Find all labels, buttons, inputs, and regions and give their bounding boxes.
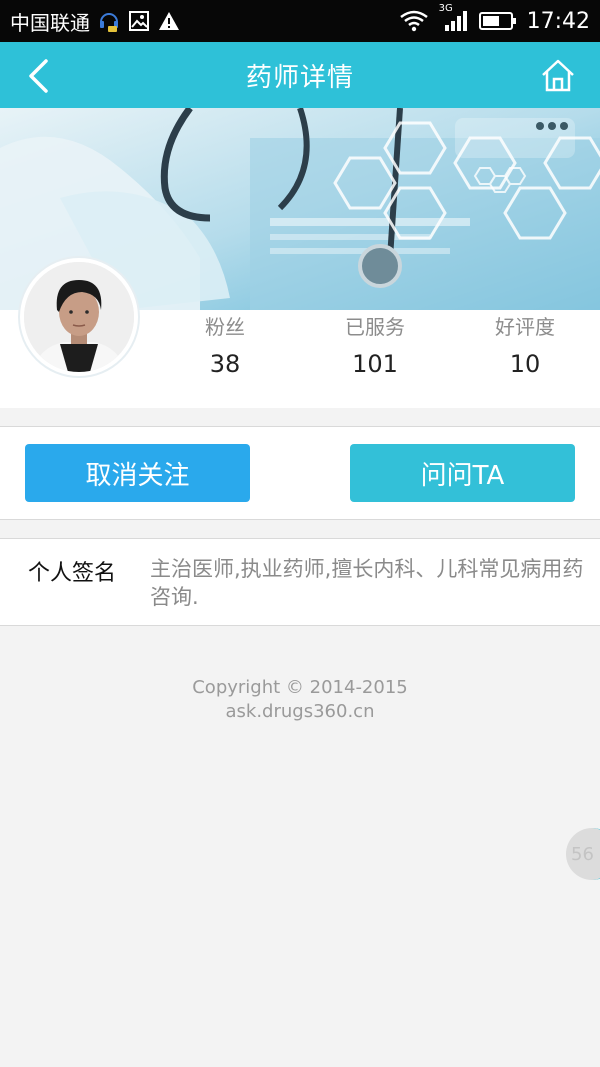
stat-label: 粉丝 <box>205 315 245 339</box>
battery-icon <box>478 11 517 31</box>
wifi-icon <box>399 10 429 32</box>
image-notification-icon <box>128 10 150 32</box>
stat-label: 好评度 <box>495 315 555 339</box>
home-icon <box>542 59 574 92</box>
stat-served: 已服务 101 <box>305 312 445 380</box>
signature-panel: 个人签名 主治医师,执业药师,擅长内科、儿科常见病用药咨询. <box>0 538 600 626</box>
status-bar: 中国联通 3G 17:42 <box>0 0 600 42</box>
page-title: 药师详情 <box>245 62 354 93</box>
home-button[interactable] <box>536 54 580 96</box>
stat-fans: 粉丝 38 <box>155 312 295 380</box>
stat-rating: 好评度 10 <box>455 312 595 380</box>
stat-value: 10 <box>509 350 541 378</box>
signature-text: 主治医师,执业药师,擅长内科、儿科常见病用药咨询. <box>150 557 584 609</box>
chevron-left-icon <box>29 59 48 93</box>
carrier-label: 中国联通 <box>10 10 90 35</box>
floating-assistant-button[interactable]: 56 <box>566 828 600 880</box>
copyright-text: Copyright © 2014-2015 <box>192 677 408 698</box>
back-button[interactable] <box>18 56 58 96</box>
headset-notification-icon <box>98 9 120 33</box>
signature-label: 个人签名 <box>28 561 117 586</box>
cellular-signal-icon: 3G <box>439 3 469 33</box>
stat-value: 101 <box>352 350 398 378</box>
floating-badge-count: 56 <box>571 843 594 865</box>
warning-icon <box>158 11 180 31</box>
pharmacist-photo <box>24 262 134 372</box>
action-buttons-panel: 取消关注 问问TA <box>0 426 600 520</box>
network-type-label: 3G <box>438 3 453 14</box>
footer: Copyright © 2014-2015 ask.drugs360.cn <box>0 676 600 724</box>
clock-time: 17:42 <box>526 8 590 34</box>
ask-pharmacist-button[interactable]: 问问TA <box>350 444 575 502</box>
header-bar: 药师详情 <box>0 42 600 108</box>
avatar <box>20 258 138 376</box>
stat-label: 已服务 <box>345 315 405 339</box>
unfollow-button[interactable]: 取消关注 <box>25 444 250 502</box>
site-url-text: ask.drugs360.cn <box>225 701 375 722</box>
stat-value: 38 <box>209 350 241 378</box>
